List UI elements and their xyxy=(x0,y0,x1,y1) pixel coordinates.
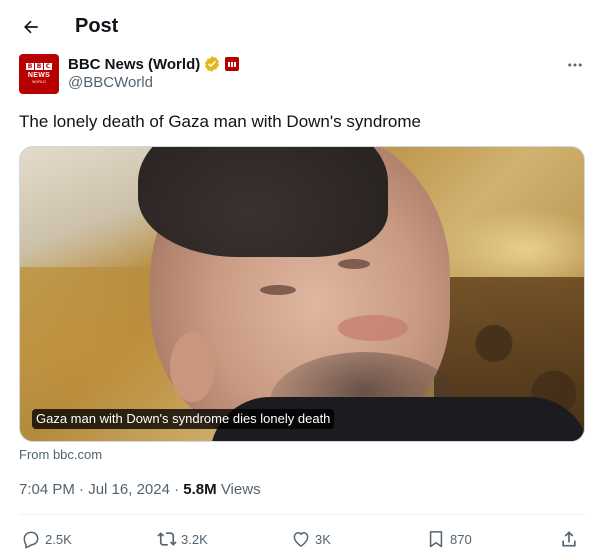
more-options-button[interactable] xyxy=(558,52,592,78)
card-caption: Gaza man with Down's syndrome dies lonel… xyxy=(32,409,335,429)
author-display-name[interactable]: BBC News (World) xyxy=(68,56,200,73)
author-name-row: BBC News (World) xyxy=(68,53,240,75)
avatar-world-text: WORLD xyxy=(31,80,47,84)
repost-count: 3.2K xyxy=(181,531,208,547)
tweet-text: The lonely death of Gaza man with Down's… xyxy=(19,112,421,131)
meta-separator: · xyxy=(79,481,89,498)
logo-letter: B xyxy=(35,63,43,70)
tweet-time[interactable]: 7:04 PM xyxy=(19,481,75,498)
photo-eye xyxy=(338,259,370,269)
avatar[interactable]: B B C NEWS WORLD xyxy=(19,54,59,94)
affiliation-badge-icon[interactable] xyxy=(225,57,240,71)
like-button[interactable]: 3K xyxy=(291,525,331,553)
views-count: 5.8M xyxy=(183,481,217,498)
divider xyxy=(19,514,585,515)
tweet-date[interactable]: Jul 16, 2024 xyxy=(88,481,170,498)
avatar-news-text: NEWS xyxy=(27,72,51,79)
repost-button[interactable]: 3.2K xyxy=(157,525,208,553)
more-dots-icon xyxy=(568,63,582,67)
back-button[interactable] xyxy=(14,10,48,44)
repost-icon xyxy=(157,532,177,546)
verified-badge-icon[interactable] xyxy=(203,55,221,73)
like-count: 3K xyxy=(315,531,331,547)
share-button[interactable] xyxy=(559,525,579,553)
author-handle[interactable]: @BBCWorld xyxy=(68,74,153,91)
link-card-image[interactable]: Gaza man with Down's syndrome dies lonel… xyxy=(19,146,585,442)
bbc-logo: B B C xyxy=(26,63,52,70)
meta-separator: · xyxy=(174,481,184,498)
page-title: Post xyxy=(75,15,119,37)
reply-icon xyxy=(23,531,39,549)
card-source-link[interactable]: From bbc.com xyxy=(19,447,102,462)
bookmark-icon xyxy=(429,531,443,548)
bookmark-count: 870 xyxy=(450,531,472,547)
photo-eye xyxy=(260,285,296,295)
photo-hair xyxy=(138,147,388,257)
heart-icon xyxy=(293,532,309,547)
logo-letter: C xyxy=(44,63,52,70)
arrow-left-icon xyxy=(24,20,38,34)
reply-count: 2.5K xyxy=(45,531,72,547)
action-bar: 2.5K 3.2K 3K 870 xyxy=(19,525,585,553)
photo-ear xyxy=(170,332,215,402)
share-icon xyxy=(562,531,576,547)
views-label: Views xyxy=(220,481,261,498)
reply-button[interactable]: 2.5K xyxy=(21,525,72,553)
post-header: Post xyxy=(0,0,604,52)
logo-letter: B xyxy=(26,63,34,70)
bookmark-button[interactable]: 870 xyxy=(426,525,472,553)
photo-mouth xyxy=(338,315,408,341)
tweet-meta: 7:04 PM · Jul 16, 2024 · 5.8M Views xyxy=(19,480,261,500)
